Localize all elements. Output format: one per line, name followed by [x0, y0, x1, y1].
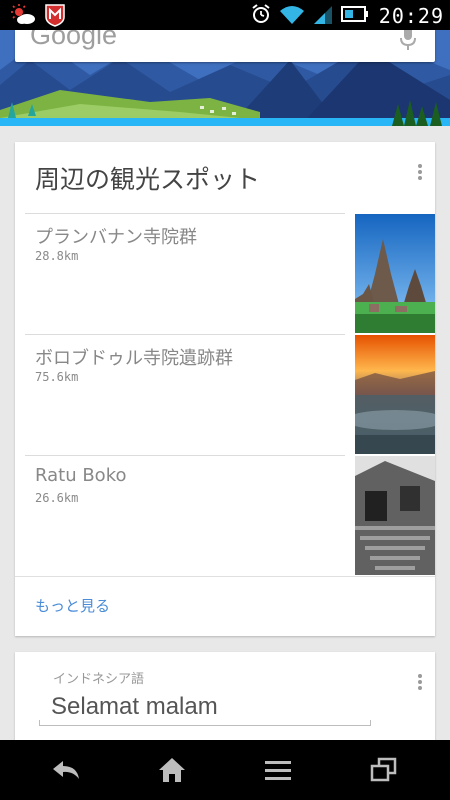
back-button[interactable] — [10, 740, 122, 800]
weather-icon — [10, 4, 36, 30]
temple-photo — [355, 214, 435, 333]
recent-apps-icon — [370, 757, 397, 782]
clock: 20:29 — [378, 4, 444, 28]
back-icon — [53, 761, 79, 779]
google-logo: Google — [30, 30, 118, 50]
navigation-bar — [0, 740, 450, 800]
translate-card: インドネシア語 — [15, 652, 435, 752]
header-banner: Google — [0, 30, 450, 126]
place-item-borobudur[interactable]: ボロブドゥル寺院遺跡群 75.6km — [25, 334, 435, 455]
ruins-photo — [355, 456, 435, 575]
recent-apps-button[interactable] — [328, 740, 440, 800]
more-link[interactable]: もっと見る — [35, 595, 110, 616]
place-distance: 28.8km — [35, 249, 79, 263]
mic-icon[interactable] — [399, 30, 417, 56]
divider — [25, 455, 345, 456]
wifi-icon — [279, 3, 305, 29]
home-icon — [159, 758, 185, 782]
status-bar: 20:29 — [0, 0, 450, 30]
place-item-ratu-boko[interactable]: Ratu Boko 26.6km — [25, 455, 435, 576]
menu-icon — [265, 761, 291, 780]
menu-button[interactable] — [222, 740, 334, 800]
sunrise-photo — [355, 335, 435, 454]
search-box[interactable]: Google — [15, 30, 435, 62]
place-item-prambanan[interactable]: プランバナン寺院群 28.8km — [25, 213, 435, 334]
place-distance: 26.6km — [35, 491, 79, 505]
overflow-menu-icon[interactable] — [415, 672, 425, 692]
nearby-places-card: 周辺の観光スポット プランバナン寺院群 28.8km ボロブドゥル寺院遺跡群 7… — [15, 142, 435, 636]
divider — [25, 213, 345, 214]
battery-icon — [340, 3, 369, 29]
place-name: プランバナン寺院群 — [35, 227, 197, 248]
mcafee-icon — [44, 3, 66, 31]
place-name: Ratu Boko — [35, 465, 127, 486]
divider — [25, 334, 345, 335]
home-button[interactable] — [116, 740, 228, 800]
card-title: 周辺の観光スポット — [35, 165, 261, 194]
language-label: インドネシア語 — [53, 672, 145, 687]
field-edge — [39, 720, 40, 726]
place-distance: 75.6km — [35, 370, 79, 384]
signal-icon — [313, 3, 333, 29]
translation-field[interactable] — [39, 688, 371, 726]
field-edge — [370, 720, 371, 726]
place-name: ボロブドゥル寺院遺跡群 — [35, 348, 233, 369]
overflow-menu-icon[interactable] — [415, 162, 425, 182]
alarm-icon — [251, 3, 271, 29]
divider — [15, 576, 435, 577]
